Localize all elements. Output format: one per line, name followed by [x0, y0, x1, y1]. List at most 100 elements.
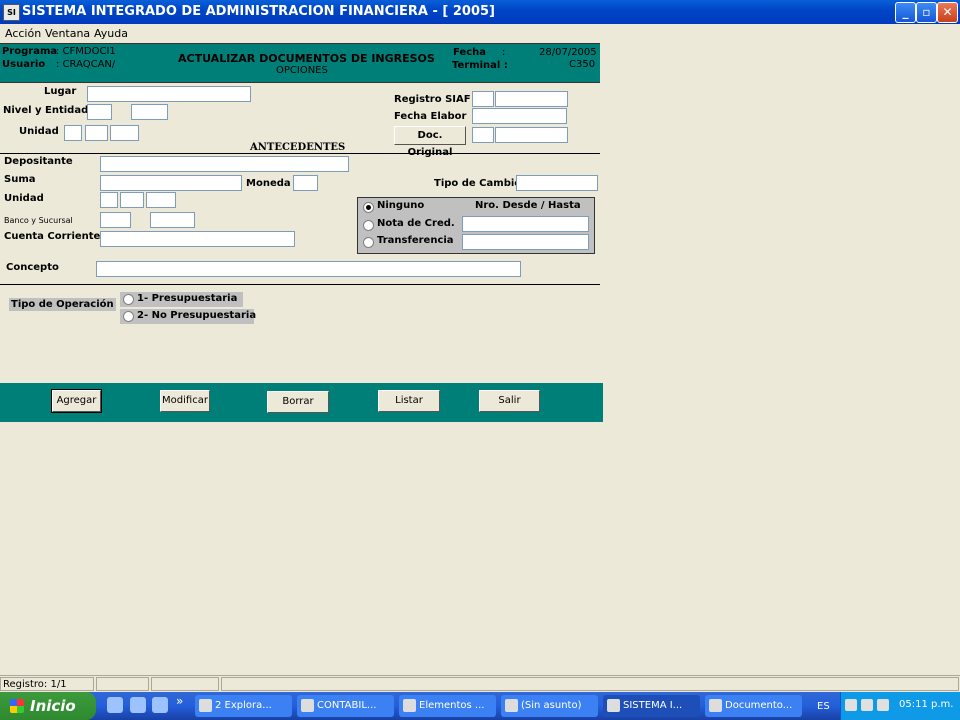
op-presupuestaria-label[interactable]: 1- Presupuestaria — [137, 293, 237, 304]
menu-accion[interactable]: Acción — [5, 27, 41, 40]
usuario-value: : CRAQCAN/ — [56, 59, 116, 70]
maximize-button[interactable]: ▫ — [916, 2, 937, 23]
terminal-label: Terminal : — [452, 60, 508, 71]
tipo-cambio-label: Tipo de Cambio — [434, 178, 522, 189]
task-label: Elementos ... — [419, 700, 485, 711]
registro-siaf-field-2[interactable] — [495, 91, 568, 107]
salir-button[interactable]: Salir — [479, 390, 540, 412]
lugar-field[interactable] — [87, 86, 251, 102]
clock: 05:11 p.m. — [899, 699, 954, 710]
task-documento[interactable]: Documento... — [705, 695, 802, 717]
tipo-operacion-label: Tipo de Operación — [9, 298, 116, 311]
op-no-presupuestaria-radio[interactable] — [123, 311, 134, 322]
form-header: Programa : CFMDOCI1 Usuario : CRAQCAN/ A… — [0, 43, 600, 83]
task-label: SISTEMA I... — [623, 700, 683, 711]
transferencia-radio[interactable] — [363, 237, 374, 248]
doc-original-field-1[interactable] — [472, 127, 494, 143]
op-no-presupuestaria[interactable]: 2- No Presupuestaria — [120, 309, 256, 324]
terminal-value: C350 — [569, 59, 596, 70]
title-bar[interactable]: SI SISTEMA INTEGRADO DE ADMINISTRACION F… — [0, 0, 960, 24]
quicklaunch-icon-2[interactable] — [130, 697, 146, 713]
suma-label: Suma — [4, 174, 36, 185]
tray-icon-3[interactable] — [877, 699, 889, 711]
cuenta-corriente-label: Cuenta Corriente — [4, 231, 101, 242]
moneda-field[interactable] — [293, 175, 318, 191]
windows-flag-icon — [10, 699, 24, 713]
fecha-elabor-field[interactable] — [472, 108, 567, 124]
nota-group-box: Ninguno Nro. Desde / Hasta Nota de Cred.… — [357, 197, 595, 254]
unidad-field-2[interactable] — [85, 125, 108, 141]
unidad2-field-2[interactable] — [120, 192, 144, 208]
word-icon — [709, 699, 722, 712]
ninguno-label[interactable]: Ninguno — [377, 200, 424, 211]
doc-original-field-2[interactable] — [495, 127, 568, 143]
start-label: Inicio — [30, 697, 76, 715]
menu-ayuda[interactable]: Ayuda — [94, 27, 128, 40]
tray-icon-1[interactable] — [845, 699, 857, 711]
unidad-field-1[interactable] — [64, 125, 82, 141]
system-tray: 05:11 p.m. — [840, 692, 960, 720]
start-button[interactable]: Inicio — [0, 692, 96, 720]
modificar-button[interactable]: Modificar — [160, 390, 210, 412]
window-title: SISTEMA INTEGRADO DE ADMINISTRACION FINA… — [22, 4, 495, 19]
nro-desde-hasta-label: Nro. Desde / Hasta — [475, 200, 581, 211]
moneda-label: Moneda — [246, 178, 291, 189]
nota-credito-label[interactable]: Nota de Cred. — [377, 218, 455, 229]
divider-bottom — [0, 284, 600, 285]
concepto-label: Concepto — [6, 262, 59, 273]
ie-icon[interactable] — [152, 697, 168, 713]
quicklaunch-chevron-icon[interactable]: » — [176, 694, 183, 708]
registro-status: Registro: 1/1 — [0, 677, 94, 691]
op-presupuestaria[interactable]: 1- Presupuestaria — [120, 292, 243, 307]
entidad-field[interactable] — [131, 104, 168, 120]
app-icon — [403, 699, 416, 712]
transferencia-label[interactable]: Transferencia — [377, 235, 454, 246]
status-cell-2 — [96, 677, 149, 691]
nota-credito-radio[interactable] — [363, 220, 374, 231]
usuario-label: Usuario — [2, 59, 46, 70]
task-label: (Sin asunto) — [521, 700, 582, 711]
minimize-button[interactable]: _ — [895, 2, 916, 23]
menu-bar: Acción Ventana Ayuda — [0, 24, 960, 42]
listar-button[interactable]: Listar — [378, 390, 440, 412]
page-subtitle: OPCIONES — [276, 65, 328, 76]
nivel-field[interactable] — [87, 104, 112, 120]
mail-icon — [505, 699, 518, 712]
nro-hasta-field[interactable] — [462, 234, 589, 250]
banco-field[interactable] — [100, 212, 131, 228]
nro-desde-field[interactable] — [462, 216, 589, 232]
task-sistema[interactable]: SISTEMA I... — [603, 695, 700, 717]
ninguno-radio[interactable] — [363, 202, 374, 213]
folder-icon — [199, 699, 212, 712]
menu-ventana[interactable]: Ventana — [45, 27, 90, 40]
status-cell-4 — [221, 677, 959, 691]
task-explorador[interactable]: 2 Explora... — [195, 695, 292, 717]
registro-siaf-field-1[interactable] — [472, 91, 494, 107]
tray-icon-2[interactable] — [861, 699, 873, 711]
agregar-button[interactable]: Agregar — [51, 389, 102, 413]
close-button[interactable]: ✕ — [937, 2, 958, 23]
op-presupuestaria-radio[interactable] — [123, 294, 134, 305]
concepto-field[interactable] — [96, 261, 521, 277]
fecha-value: 28/07/2005 — [539, 47, 597, 58]
unidad2-field-3[interactable] — [146, 192, 176, 208]
borrar-button[interactable]: Borrar — [267, 391, 329, 413]
quicklaunch-icon-1[interactable] — [107, 697, 123, 713]
tipo-cambio-field[interactable] — [516, 175, 598, 191]
doc-original-button[interactable]: Doc. Original — [394, 126, 466, 158]
unidad2-field-1[interactable] — [100, 192, 118, 208]
op-no-presupuestaria-label[interactable]: 2- No Presupuestaria — [137, 310, 256, 321]
divider-top — [0, 153, 600, 154]
depositante-field[interactable] — [100, 156, 349, 172]
task-sin-asunto[interactable]: (Sin asunto) — [501, 695, 598, 717]
app-icon[interactable]: SI — [3, 4, 20, 21]
suma-field[interactable] — [100, 175, 242, 191]
unidad-label: Unidad — [19, 126, 59, 137]
task-elementos[interactable]: Elementos ... — [399, 695, 496, 717]
cuenta-corriente-field[interactable] — [100, 231, 295, 247]
task-contabil[interactable]: CONTABIL... — [297, 695, 394, 717]
status-bar: Registro: 1/1 — [0, 675, 960, 693]
unidad-field-3[interactable] — [110, 125, 139, 141]
sucursal-field[interactable] — [150, 212, 195, 228]
language-indicator[interactable]: ES — [817, 701, 830, 712]
